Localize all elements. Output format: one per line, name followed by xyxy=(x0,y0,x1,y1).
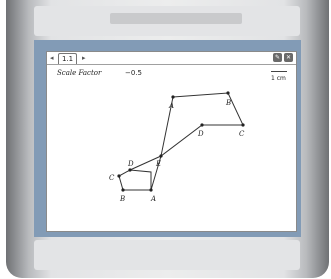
label-a: A xyxy=(168,102,174,110)
device-slot xyxy=(110,13,242,24)
label-c-prime: C xyxy=(109,174,115,182)
label-d-prime: D xyxy=(127,160,134,168)
image-figure xyxy=(118,169,152,191)
geometry-canvas[interactable]: A B C D E D C B A xyxy=(47,52,298,233)
point-a[interactable] xyxy=(171,95,175,99)
label-d: D xyxy=(197,130,204,138)
label-e: E xyxy=(155,160,161,168)
point-b-prime[interactable] xyxy=(121,188,125,192)
point-e[interactable] xyxy=(159,154,163,158)
point-d-prime[interactable] xyxy=(128,168,132,172)
handheld-device: ◂ 1.1 ▸ ✎ ✕ Scale Factor −0.5 1 cm A B C… xyxy=(0,0,331,279)
label-a-prime: A xyxy=(150,195,156,203)
label-b-prime: B xyxy=(119,195,125,203)
label-b: B xyxy=(225,99,231,107)
point-c[interactable] xyxy=(241,123,245,127)
device-chin xyxy=(34,240,300,270)
label-c: C xyxy=(239,130,245,138)
point-a-prime[interactable] xyxy=(149,188,153,192)
app-screen: ◂ 1.1 ▸ ✎ ✕ Scale Factor −0.5 1 cm A B C… xyxy=(46,51,297,232)
point-b[interactable] xyxy=(226,91,230,95)
point-c-prime[interactable] xyxy=(117,174,121,178)
point-d[interactable] xyxy=(200,123,204,127)
